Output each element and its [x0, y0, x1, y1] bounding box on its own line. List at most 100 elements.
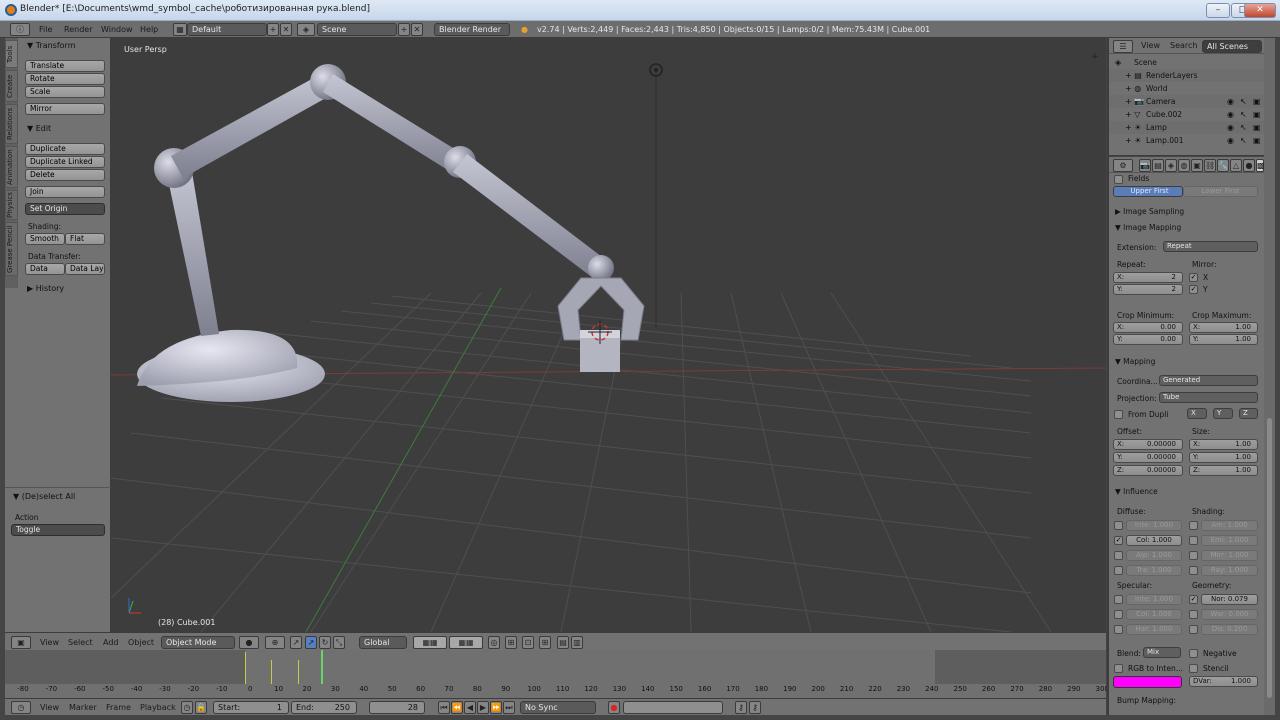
eye-icon[interactable]: ◉: [1227, 95, 1234, 108]
duplicate-button[interactable]: Duplicate: [25, 143, 105, 155]
render-icon[interactable]: ▣: [1253, 121, 1261, 134]
menu-window[interactable]: Window: [101, 21, 133, 38]
viewport-editor-icon[interactable]: ▣: [11, 636, 31, 649]
scale-manipulator-icon[interactable]: ⤡: [333, 636, 345, 649]
hardness-checkbox[interactable]: [1114, 625, 1123, 634]
insert-keyframe-icon[interactable]: ⚷: [735, 701, 747, 714]
menu-render[interactable]: Render: [64, 21, 92, 38]
mirror-y-checkbox[interactable]: ✓: [1189, 285, 1198, 294]
cursor-icon[interactable]: ↖: [1240, 134, 1247, 147]
ray-field[interactable]: Ray: 1.000: [1201, 565, 1258, 576]
outliner-item[interactable]: + ▽ Cube.002 ◉ ↖ ▣: [1109, 108, 1264, 121]
emit-checkbox[interactable]: [1189, 536, 1198, 545]
opengl-render-icon[interactable]: ▥: [571, 636, 583, 649]
normal-checkbox[interactable]: ✓: [1189, 595, 1198, 604]
spec-intensity-field[interactable]: Inte: 1.000: [1126, 594, 1182, 605]
keying-set-field[interactable]: [623, 701, 723, 714]
delete-keyframe-icon[interactable]: ⚷: [749, 701, 761, 714]
timeline-menu-view[interactable]: View: [40, 699, 59, 716]
edit-panel-header[interactable]: ▼ Edit: [27, 124, 51, 133]
texture-color-swatch[interactable]: [1113, 676, 1182, 688]
outliner-item[interactable]: + 📷 Camera ◉ ↖ ▣: [1109, 95, 1264, 108]
outliner-item[interactable]: + ◍ World: [1109, 82, 1264, 95]
color-checkbox[interactable]: ✓: [1114, 536, 1123, 545]
rotate-button[interactable]: Rotate: [25, 73, 105, 85]
snap-element-icon[interactable]: ⊡: [522, 636, 534, 649]
disp-checkbox[interactable]: [1189, 625, 1198, 634]
sync-mode-select[interactable]: No Sync: [520, 701, 596, 714]
tab-physics[interactable]: Physics: [5, 190, 18, 220]
stencil-checkbox[interactable]: [1189, 664, 1198, 673]
upper-first-toggle[interactable]: Upper First: [1113, 186, 1183, 197]
minimize-button[interactable]: –: [1206, 3, 1230, 18]
layers-icon-2[interactable]: ▦▦: [449, 636, 483, 649]
rgb-to-intensity-checkbox[interactable]: [1114, 664, 1123, 673]
cursor-icon[interactable]: ↖: [1240, 121, 1247, 134]
size-y-field[interactable]: Y: 1.00: [1189, 452, 1258, 463]
fields-checkbox[interactable]: [1114, 175, 1123, 184]
menu-help[interactable]: Help: [140, 21, 158, 38]
repeat-x-field[interactable]: X: 2: [1113, 272, 1183, 283]
translucency-checkbox[interactable]: [1114, 566, 1123, 575]
operator-panel-header[interactable]: ▼ (De)select All: [13, 492, 75, 501]
data-layout-button[interactable]: Data Layo: [65, 263, 105, 275]
jump-start-icon[interactable]: ⏮: [438, 701, 450, 714]
render-icon[interactable]: ▣: [1253, 108, 1261, 121]
projection-select[interactable]: Tube: [1159, 392, 1258, 403]
jump-end-icon[interactable]: ⏭: [503, 701, 515, 714]
shading-mode-icon[interactable]: ●: [239, 636, 259, 649]
image-mapping-panel[interactable]: ▼ Image Mapping: [1115, 223, 1181, 232]
ray-checkbox[interactable]: [1189, 566, 1198, 575]
eye-icon[interactable]: ◉: [1227, 121, 1234, 134]
action-dropdown[interactable]: Toggle: [11, 524, 105, 536]
alpha-field[interactable]: Alp: 1.000: [1126, 550, 1182, 561]
axis-z-select[interactable]: Z: [1239, 408, 1258, 419]
screen-layout-field[interactable]: Default: [187, 23, 267, 36]
play-reverse-icon[interactable]: ◀: [464, 701, 476, 714]
keyframe-marker[interactable]: [245, 652, 246, 684]
data-transfer-button[interactable]: Data: [25, 263, 65, 275]
timeline[interactable]: -80 -70 -60 -50 -40 -30 -20 -10 0 10 20 30 40 50 60 70 8…: [5, 650, 1109, 698]
mirror-x-checkbox[interactable]: ✓: [1189, 273, 1198, 282]
cursor-icon[interactable]: ↖: [1240, 95, 1247, 108]
scene-icon[interactable]: ◈: [297, 23, 315, 36]
negative-checkbox[interactable]: [1189, 649, 1198, 658]
properties-scrollbar[interactable]: [1264, 38, 1275, 715]
pivot-icon[interactable]: ⊕: [265, 636, 285, 649]
axis-y-select[interactable]: Y: [1213, 408, 1233, 419]
influence-panel[interactable]: ▼ Influence: [1115, 487, 1158, 496]
crop-max-y-field[interactable]: Y: 1.00: [1189, 334, 1258, 345]
keyframe-marker[interactable]: [271, 660, 272, 684]
alpha-checkbox[interactable]: [1114, 551, 1123, 560]
layers-tab-icon[interactable]: ▤: [1152, 159, 1164, 172]
translate-button[interactable]: Translate: [25, 60, 105, 72]
add-scene-icon[interactable]: +: [398, 23, 410, 36]
layers-icon[interactable]: ▦▦: [413, 636, 447, 649]
ambient-field[interactable]: Am: 1.000: [1201, 520, 1258, 531]
prev-keyframe-icon[interactable]: ⏪: [451, 701, 463, 714]
translucency-field[interactable]: Tra: 1.000: [1126, 565, 1182, 576]
outliner-menu-search[interactable]: Search: [1170, 38, 1197, 54]
coordinates-select[interactable]: Generated: [1159, 375, 1258, 386]
tab-animation[interactable]: Animation: [5, 146, 18, 188]
join-button[interactable]: Join: [25, 186, 105, 198]
spec-color-checkbox[interactable]: [1114, 610, 1123, 619]
size-x-field[interactable]: X: 1.00: [1189, 439, 1258, 450]
mirror-influence-checkbox[interactable]: [1189, 551, 1198, 560]
crop-max-x-field[interactable]: X: 1.00: [1189, 322, 1258, 333]
constraints-tab-icon[interactable]: ⛓: [1204, 159, 1216, 172]
flat-button[interactable]: Flat: [65, 233, 105, 245]
warp-checkbox[interactable]: [1189, 610, 1198, 619]
duplicate-linked-button[interactable]: Duplicate Linked: [25, 156, 105, 168]
editor-type-icon[interactable]: ⓘ: [10, 23, 30, 36]
warp-field[interactable]: War: 0.000: [1201, 609, 1258, 620]
tab-relations[interactable]: Relations: [5, 104, 18, 144]
rotate-manipulator-icon[interactable]: ↻: [319, 636, 331, 649]
robot-arm[interactable]: [137, 64, 645, 402]
eye-icon[interactable]: ◉: [1227, 134, 1234, 147]
scale-button[interactable]: Scale: [25, 86, 105, 98]
texture-tab-icon[interactable]: ▩: [1256, 159, 1265, 172]
offset-z-field[interactable]: Z: 0.00000: [1113, 465, 1183, 476]
cursor-icon[interactable]: ↖: [1240, 108, 1247, 121]
repeat-y-field[interactable]: Y: 2: [1113, 284, 1183, 295]
